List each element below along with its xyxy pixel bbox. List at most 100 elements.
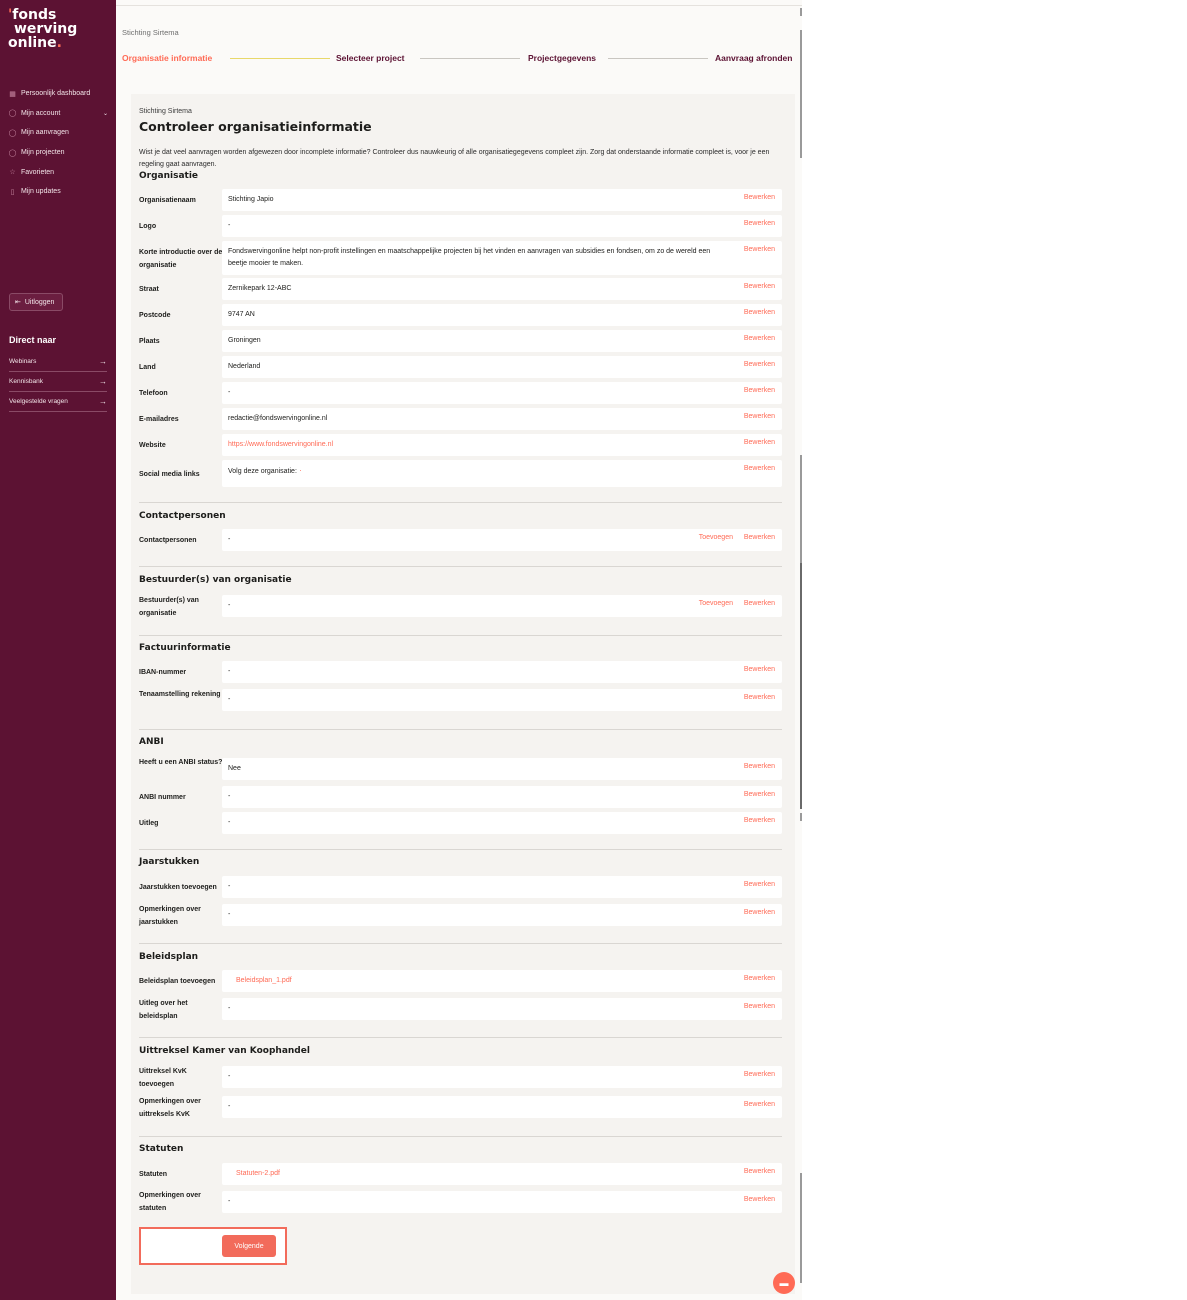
section-title-jaarstukken: Jaarstukken (139, 857, 200, 867)
direct-naar-list: Webinars → Kennisbank → Veelgestelde vra… (9, 352, 107, 412)
edit-button[interactable]: Bewerken (744, 1071, 775, 1078)
section-title-anbi: ANBI (139, 737, 164, 747)
field-uitleg-beleidsplan: - Bewerken (222, 998, 782, 1020)
add-button[interactable]: Toevoegen (699, 534, 733, 541)
direct-link-kennisbank[interactable]: Kennisbank → (9, 372, 107, 392)
edit-button[interactable]: Bewerken (744, 194, 775, 201)
edit-button[interactable]: Bewerken (744, 881, 775, 888)
section-title-factuur: Factuurinformatie (139, 643, 231, 653)
step-organisatie-informatie[interactable]: Organisatie informatie (122, 53, 212, 63)
field-label: Uitleg over het beleidsplan (139, 1000, 188, 1020)
page-title: Controleer organisatieinformatie (139, 119, 372, 134)
edit-button[interactable]: Bewerken (744, 763, 775, 770)
section-divider (139, 566, 782, 567)
folder-icon: ◯ (8, 149, 17, 157)
field-label: Uitleg (139, 820, 159, 827)
section-divider (139, 729, 782, 730)
section-divider (139, 943, 782, 944)
field-label: E-mailadres (139, 416, 179, 423)
edit-button[interactable]: Bewerken (744, 1003, 775, 1010)
section-title-statuten: Statuten (139, 1144, 184, 1154)
next-button[interactable]: Volgende (222, 1235, 276, 1257)
sidebar-item-projecten[interactable]: ◯ Mijn projecten (8, 143, 108, 163)
grid-icon: ▦ (9, 90, 16, 98)
field-label: Social media links (139, 471, 200, 478)
chevron-down-icon: ⌄ (102, 110, 108, 117)
field-label: Plaats (139, 338, 160, 345)
add-button[interactable]: Toevoegen (699, 600, 733, 607)
edit-button[interactable]: Bewerken (744, 465, 775, 472)
edit-button[interactable]: Bewerken (744, 439, 775, 446)
edit-button[interactable]: Bewerken (744, 909, 775, 916)
edit-button[interactable]: Bewerken (744, 361, 775, 368)
edit-button[interactable]: Bewerken (744, 283, 775, 290)
field-label: Postcode (139, 312, 171, 319)
field-opmerkingen-statuten: - Bewerken (222, 1191, 782, 1213)
edit-button[interactable]: Bewerken (744, 791, 775, 798)
progress-stepper: Organisatie informatie Selecteer project… (122, 53, 800, 65)
edit-button[interactable]: Bewerken (744, 1196, 775, 1203)
sidebar-item-updates[interactable]: ▯ Mijn updates (8, 182, 108, 202)
edit-button[interactable]: Bewerken (744, 666, 775, 673)
step-selecteer-project[interactable]: Selecteer project (336, 53, 405, 63)
field-label: Heeft u een ANBI status? (139, 759, 223, 766)
edit-button[interactable]: Bewerken (744, 1168, 775, 1175)
breadcrumb: Stichting Sirtema (122, 28, 179, 37)
edit-button[interactable]: Bewerken (744, 387, 775, 394)
sidebar-item-dashboard[interactable]: ▦ Persoonlijk dashboard (8, 84, 108, 104)
logout-button[interactable]: ⇤ Uitloggen (9, 293, 63, 311)
bookmark-icon: ▯ (10, 188, 15, 196)
step-aanvraag-afronden[interactable]: Aanvraag afronden (715, 53, 792, 63)
step-projectgegevens[interactable]: Projectgegevens (528, 53, 596, 63)
top-divider (116, 5, 802, 6)
section-title-beleidsplan: Beleidsplan (139, 952, 199, 962)
field-website: https://www.fondswervingonline.nl Bewerk… (222, 434, 782, 456)
field-email: redactie@fondswervingonline.nl Bewerken (222, 408, 782, 430)
file-icon: ◯ (8, 129, 17, 137)
field-uitleg: - Bewerken (222, 812, 782, 834)
field-statuten: Statuten-2.pdf Bewerken (222, 1163, 782, 1185)
edit-button[interactable]: Bewerken (744, 1101, 775, 1108)
field-label: IBAN-nummer (139, 669, 187, 676)
field-label: Korte introductie over de organisatie (139, 249, 223, 269)
sidebar-item-aanvragen[interactable]: ◯ Mijn aanvragen (8, 123, 108, 143)
intro-text: Wist je dat veel aanvragen worden afgewe… (139, 149, 770, 168)
user-icon: ◯ (8, 110, 17, 118)
field-plaats: Groningen Bewerken (222, 330, 782, 352)
section-title-kvk: Uittreksel Kamer van Koophandel (139, 1046, 310, 1056)
field-jaarstukken: - Bewerken (222, 876, 782, 898)
field-anbi-status: Nee Bewerken (222, 758, 782, 780)
step-connector (230, 58, 330, 59)
beleidsplan-file-link[interactable]: Beleidsplan_1.pdf (236, 975, 292, 987)
scrollbar[interactable] (800, 0, 803, 1300)
direct-link-webinars[interactable]: Webinars → (9, 352, 107, 372)
chat-icon[interactable]: ▬ (773, 1272, 795, 1294)
edit-button[interactable]: Bewerken (744, 600, 775, 607)
field-label: Telefoon (139, 390, 168, 397)
direct-naar-heading: Direct naar (9, 335, 57, 345)
field-label: Opmerkingen over jaarstukken (139, 906, 201, 926)
section-divider (139, 502, 782, 503)
direct-link-faq[interactable]: Veelgestelde vragen → (9, 392, 107, 412)
field-label: Beleidsplan toevoegen (139, 978, 216, 985)
section-divider (139, 1037, 782, 1038)
fondswerving-logo[interactable]: 'fonds werving online. (6, 8, 106, 50)
field-label: Opmerkingen over uittreksels KvK (139, 1098, 201, 1118)
edit-button[interactable]: Bewerken (744, 309, 775, 316)
edit-button[interactable]: Bewerken (744, 220, 775, 227)
edit-button[interactable]: Bewerken (744, 975, 775, 982)
edit-button[interactable]: Bewerken (744, 246, 775, 253)
edit-button[interactable]: Bewerken (744, 534, 775, 541)
edit-button[interactable]: Bewerken (744, 335, 775, 342)
edit-button[interactable]: Bewerken (744, 817, 775, 824)
field-beleidsplan: Beleidsplan_1.pdf Bewerken (222, 970, 782, 992)
statuten-file-link[interactable]: Statuten-2.pdf (236, 1168, 280, 1180)
edit-button[interactable]: Bewerken (744, 694, 775, 701)
sidebar-item-favorieten[interactable]: ☆ Favorieten (8, 162, 108, 182)
social-media-icon[interactable]: · (297, 466, 302, 475)
website-link[interactable]: https://www.fondswervingonline.nl (228, 439, 333, 451)
edit-button[interactable]: Bewerken (744, 413, 775, 420)
sidebar-item-account[interactable]: ◯ Mijn account ⌄ (8, 104, 108, 124)
field-logo: - Bewerken (222, 215, 782, 237)
field-label: Bestuurder(s) van organisatie (139, 597, 199, 617)
